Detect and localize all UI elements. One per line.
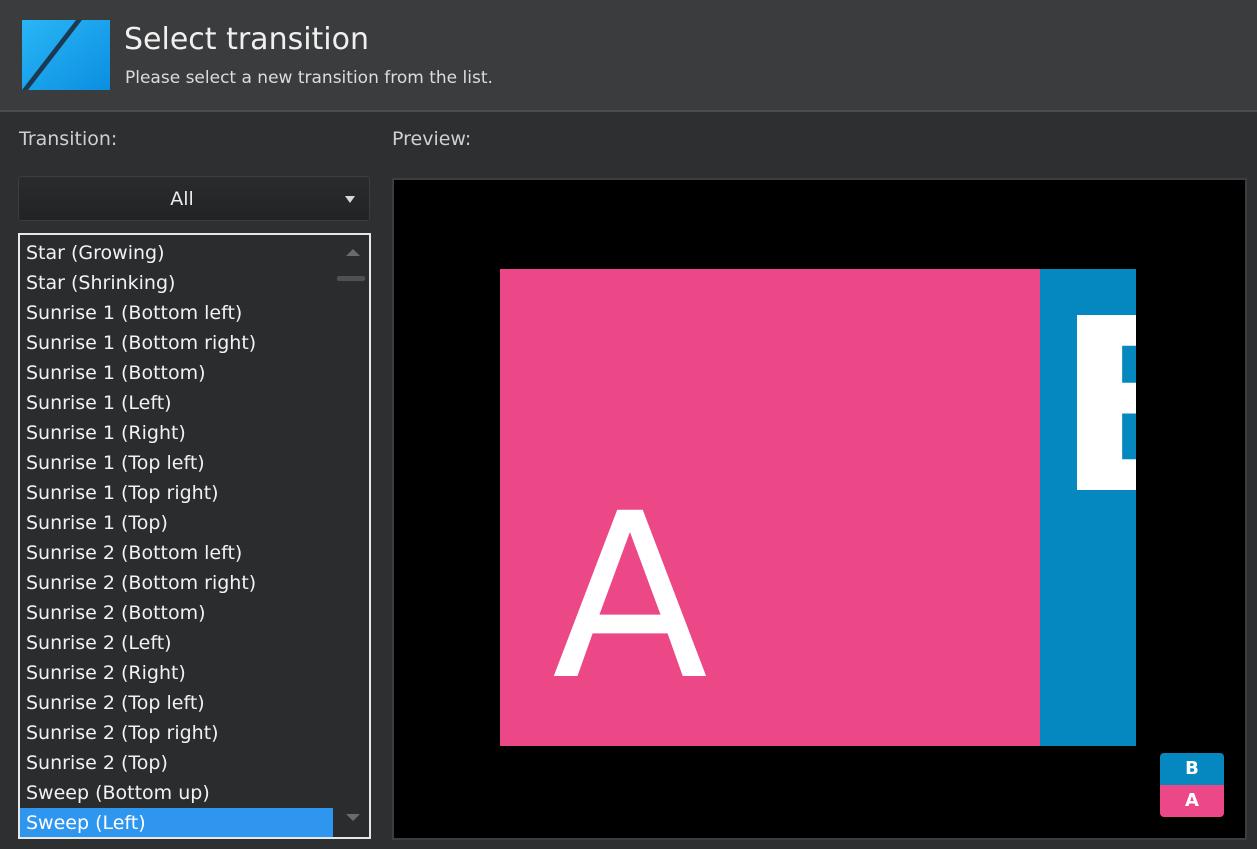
list-item[interactable]: Sunrise 1 (Bottom right) — [20, 328, 333, 358]
scrollbar-thumb[interactable] — [337, 276, 365, 281]
list-item[interactable]: Sunrise 2 (Top left) — [20, 688, 333, 718]
list-item[interactable]: Sunrise 2 (Right) — [20, 658, 333, 688]
diagonal-slash-logo-icon — [22, 20, 110, 90]
list-item[interactable]: Star (Growing) — [20, 238, 333, 268]
list-item[interactable]: Sunrise 1 (Bottom left) — [20, 298, 333, 328]
list-item[interactable]: Sunrise 1 (Left) — [20, 388, 333, 418]
scroll-up-arrow-icon[interactable] — [346, 249, 360, 256]
list-item[interactable]: Star (Shrinking) — [20, 268, 333, 298]
slide-b-letter: B — [1055, 287, 1136, 527]
slide-a-letter: A — [552, 464, 708, 730]
list-item[interactable]: Sunrise 2 (Top) — [20, 748, 333, 778]
list-item[interactable]: Sweep (Left) — [20, 808, 333, 837]
dialog-title: Select transition — [124, 22, 370, 57]
list-item[interactable]: Sunrise 2 (Left) — [20, 628, 333, 658]
list-item[interactable]: Sunrise 2 (Top right) — [20, 718, 333, 748]
list-item[interactable]: Sweep (Bottom up) — [20, 778, 333, 808]
preview-label: Preview: — [392, 128, 472, 150]
slide-order-legend: B A — [1160, 753, 1224, 817]
list-item[interactable]: Sunrise 1 (Right) — [20, 418, 333, 448]
list-item[interactable]: Sunrise 2 (Bottom right) — [20, 568, 333, 598]
transition-label: Transition: — [19, 128, 118, 150]
transition-list: Star (Growing) Star (Shrinking) Sunrise 1 … — [20, 238, 333, 837]
list-item[interactable]: Sunrise 1 (Bottom) — [20, 358, 333, 388]
list-item[interactable]: Sunrise 1 (Top) — [20, 508, 333, 538]
scroll-down-arrow-icon[interactable] — [346, 814, 360, 821]
category-dropdown-value: All — [170, 188, 194, 210]
legend-slide-b: B — [1160, 753, 1224, 785]
transition-dialog: Select transition Please select a new tr… — [0, 0, 1257, 849]
legend-slide-a: A — [1160, 785, 1224, 817]
chevron-down-icon — [345, 196, 355, 203]
category-dropdown[interactable]: All — [18, 176, 370, 221]
list-scrollbar[interactable] — [335, 235, 369, 837]
transition-listbox[interactable]: Star (Growing) Star (Shrinking) Sunrise 1 … — [18, 233, 371, 839]
list-item[interactable]: Sunrise 2 (Bottom left) — [20, 538, 333, 568]
preview-slide-a: A — [500, 269, 1040, 746]
dialog-subtitle: Please select a new transition from the … — [125, 68, 493, 88]
list-item[interactable]: Sunrise 1 (Top left) — [20, 448, 333, 478]
list-item[interactable]: Sunrise 2 (Bottom) — [20, 598, 333, 628]
transition-preview: B A B A — [392, 178, 1247, 840]
list-item[interactable]: Sunrise 1 (Top right) — [20, 478, 333, 508]
dialog-header: Select transition Please select a new tr… — [0, 0, 1257, 112]
